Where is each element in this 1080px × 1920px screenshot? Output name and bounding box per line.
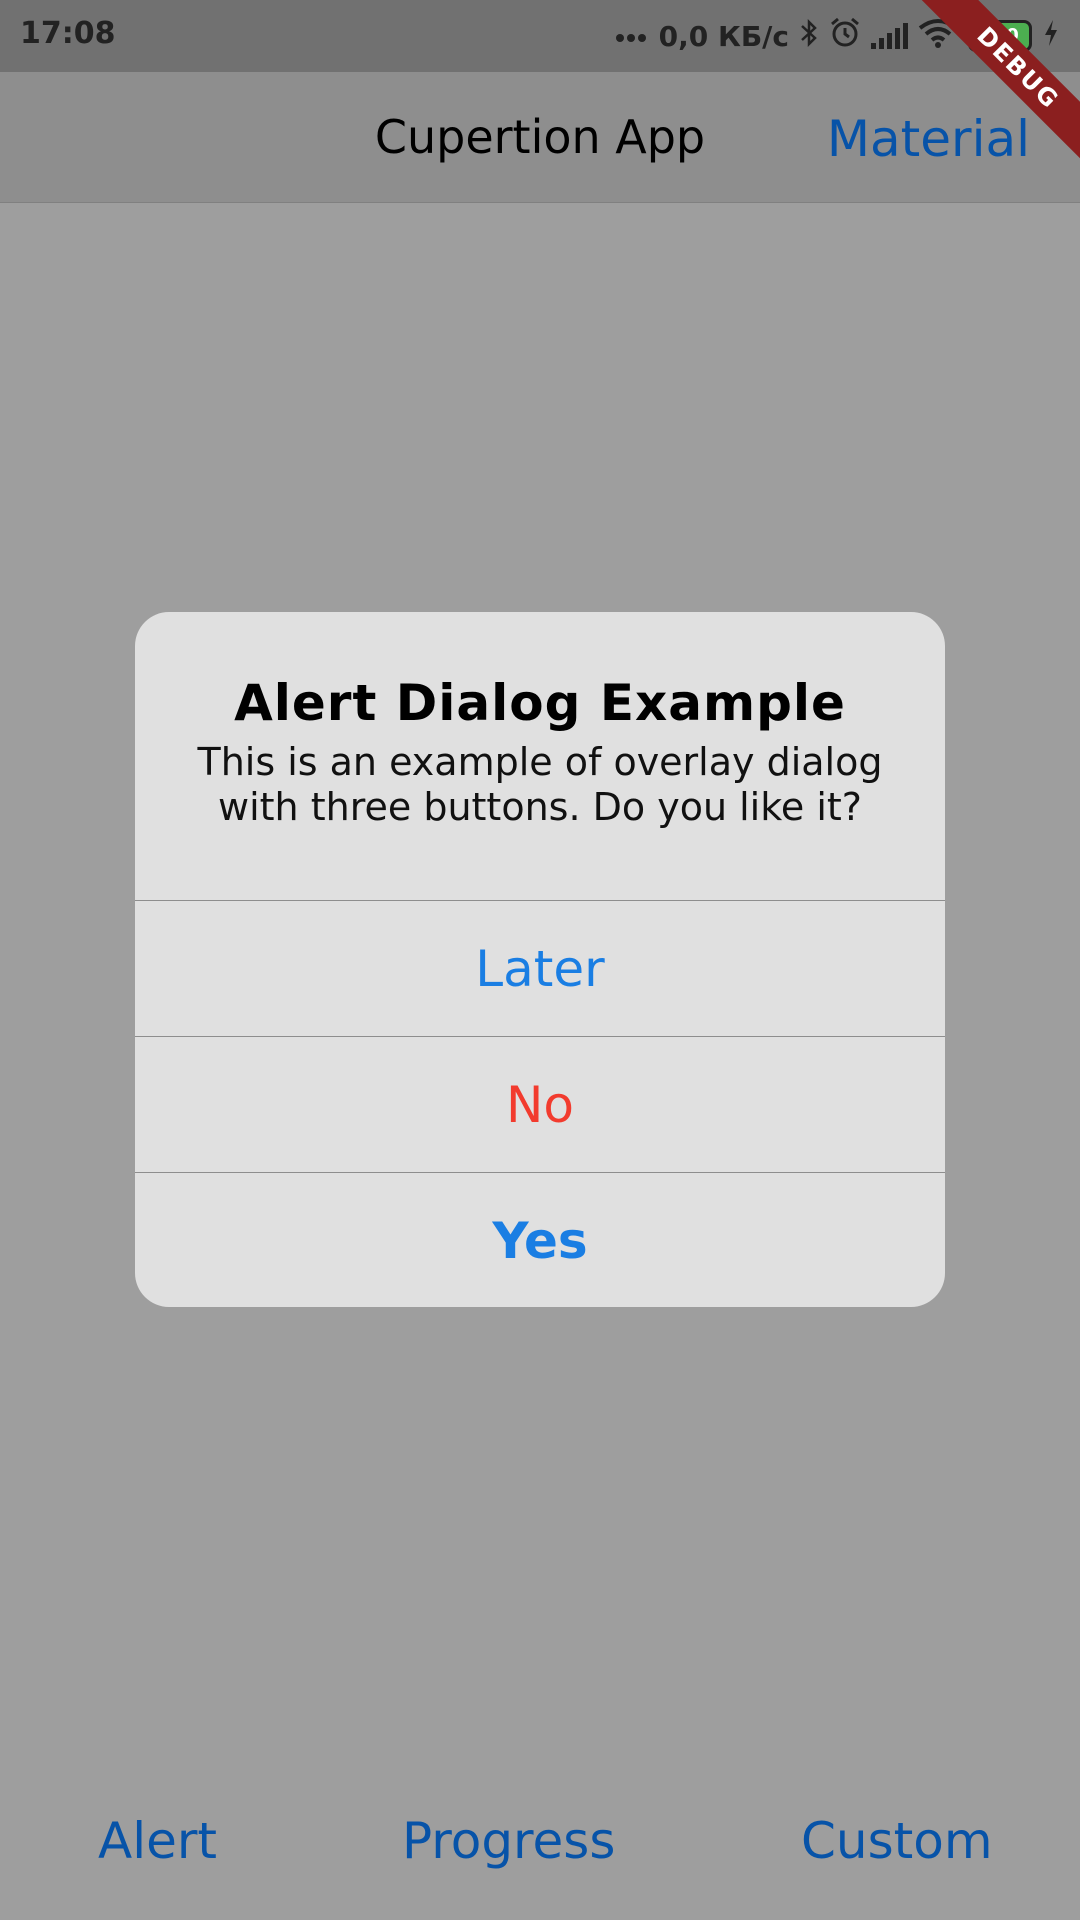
yes-button[interactable]: Yes [135, 1172, 945, 1307]
tab-progress[interactable]: Progress [402, 1812, 615, 1870]
alarm-icon [829, 17, 861, 56]
bottom-tab-bar: Alert Progress Custom [0, 1760, 1080, 1920]
alert-dialog: Alert Dialog Example This is an example … [135, 612, 945, 1307]
tab-alert[interactable]: Alert [98, 1812, 217, 1870]
no-button[interactable]: No [135, 1036, 945, 1172]
charging-icon [1042, 18, 1060, 55]
status-time: 17:08 [20, 16, 116, 51]
later-button[interactable]: Later [135, 900, 945, 1036]
network-speed: 0,0 КБ/с [658, 19, 789, 53]
dialog-message: This is an example of overlay dialog wit… [197, 740, 883, 829]
navigation-bar: Cupertion App Material [0, 72, 1080, 203]
app-screen: 17:08 0,0 КБ/с 100 DEBUG C [0, 0, 1080, 1920]
more-dots-icon [615, 20, 649, 53]
status-bar: 17:08 0,0 КБ/с 100 [0, 0, 1080, 72]
dialog-content: Alert Dialog Example This is an example … [135, 612, 945, 900]
bluetooth-icon [799, 18, 819, 55]
material-button[interactable]: Material [827, 110, 1030, 168]
tab-custom[interactable]: Custom [801, 1812, 993, 1870]
dialog-title: Alert Dialog Example [234, 674, 846, 732]
signal-icon [871, 23, 908, 49]
